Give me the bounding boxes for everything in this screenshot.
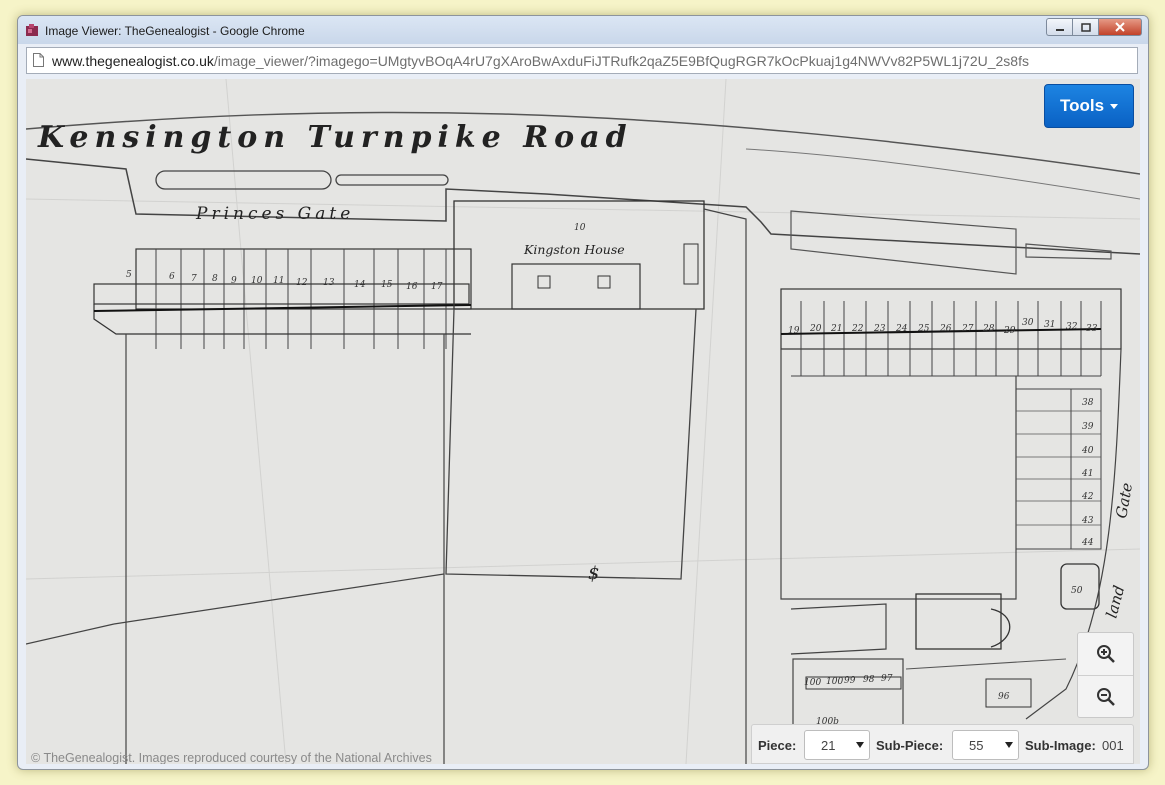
zoom-in-icon xyxy=(1096,645,1115,663)
plot-30: 30 xyxy=(1022,318,1034,328)
plot-20: 20 xyxy=(809,324,822,334)
plot-32: 32 xyxy=(1066,322,1078,332)
plot-100-second: 100 xyxy=(826,677,843,687)
url-text[interactable]: www.thegenealogist.co.uk/image_viewer/?i… xyxy=(52,53,1029,69)
zoom-controls xyxy=(1077,632,1134,718)
piece-selector-bar: Piece: 21 Sub-Piece: 55 Sub-Image: 001 xyxy=(751,724,1134,764)
plot-10: 10 xyxy=(251,276,263,286)
plot-23: 23 xyxy=(873,324,886,334)
minimize-button[interactable] xyxy=(1046,18,1072,36)
plot-21: 21 xyxy=(830,324,842,334)
window-title: Image Viewer: TheGenealogist - Google Ch… xyxy=(45,24,305,38)
plot-19: 19 xyxy=(788,326,800,336)
plot-11: 11 xyxy=(273,276,284,286)
map-gate-label: Princes Gate xyxy=(195,204,354,224)
plot-33: 33 xyxy=(1086,324,1098,334)
subimage-value: 001 xyxy=(1102,738,1124,753)
copyright-notice: © TheGenealogist. Images reproduced cour… xyxy=(31,751,432,764)
map-house-label: Kingston House xyxy=(523,242,625,257)
plot-6: 6 xyxy=(169,272,175,282)
subpiece-label: Sub-Piece: xyxy=(876,738,944,753)
maximize-button[interactable] xyxy=(1072,18,1098,36)
url-domain: www.thegenealogist.co.uk xyxy=(52,53,214,69)
plot-24: 24 xyxy=(895,324,908,334)
map-road-label: Kensington Turnpike Road xyxy=(37,120,633,155)
address-bar[interactable]: www.thegenealogist.co.uk/image_viewer/?i… xyxy=(26,47,1138,74)
page-icon xyxy=(33,53,44,67)
zoom-out-icon xyxy=(1096,688,1115,706)
title-bar[interactable]: Image Viewer: TheGenealogist - Google Ch… xyxy=(18,16,1148,44)
plot-39: 39 xyxy=(1082,422,1094,432)
plot-16: 16 xyxy=(406,282,418,292)
select-arrow-icon xyxy=(856,742,864,748)
close-icon xyxy=(1115,22,1125,32)
plot-98: 98 xyxy=(863,675,875,685)
plot-44: 44 xyxy=(1081,538,1094,548)
plot-97: 97 xyxy=(881,674,893,684)
plot-29: 29 xyxy=(1003,326,1016,336)
url-path: /image_viewer/?imagego=UMgtyvBOqA4rU7gXA… xyxy=(213,53,1029,69)
plot-15: 15 xyxy=(381,280,393,290)
piece-value: 21 xyxy=(821,738,836,753)
plot-41: 41 xyxy=(1081,469,1093,479)
plot-31: 31 xyxy=(1044,320,1055,330)
maximize-icon xyxy=(1080,22,1091,32)
browser-window: Image Viewer: TheGenealogist - Google Ch… xyxy=(17,15,1149,770)
tools-label: Tools xyxy=(1059,96,1105,115)
select-arrow-icon xyxy=(1005,742,1013,748)
zoom-in-button[interactable] xyxy=(1078,633,1133,676)
plot-50: 50 xyxy=(1071,586,1083,596)
plot-9: 9 xyxy=(231,276,237,286)
plot-43: 43 xyxy=(1081,516,1094,526)
plot-5: 5 xyxy=(126,270,132,280)
subimage-label: Sub-Image: xyxy=(1025,738,1096,753)
piece-select[interactable]: 21 xyxy=(804,730,870,760)
window-controls xyxy=(1046,18,1142,36)
piece-label: Piece: xyxy=(758,738,797,753)
map-house-number: 10 xyxy=(574,223,586,233)
plot-40: 40 xyxy=(1081,446,1094,456)
plot-42: 42 xyxy=(1081,492,1094,502)
plot-12: 12 xyxy=(296,278,308,288)
plot-25: 25 xyxy=(917,324,930,334)
minimize-icon xyxy=(1055,29,1064,31)
plot-17: 17 xyxy=(431,282,443,292)
plot-7: 7 xyxy=(191,274,197,284)
subpiece-value: 55 xyxy=(969,738,984,753)
plot-28: 28 xyxy=(982,324,995,334)
tools-dropdown-button[interactable]: Tools xyxy=(1044,84,1134,128)
plot-38: 38 xyxy=(1082,398,1094,408)
image-viewport[interactable]: Kensington Turnpike Road Princes Gate Ki… xyxy=(26,79,1140,764)
plot-96: 96 xyxy=(998,692,1010,702)
caret-down-icon xyxy=(1110,103,1119,109)
close-button[interactable] xyxy=(1098,18,1142,36)
plot-26: 26 xyxy=(939,324,952,334)
zoom-out-button[interactable] xyxy=(1078,676,1133,718)
puzzle-app-icon xyxy=(26,24,38,36)
plot-99: 99 xyxy=(844,676,856,686)
historical-map-image[interactable]: Kensington Turnpike Road Princes Gate Ki… xyxy=(26,79,1140,764)
plot-13: 13 xyxy=(323,278,335,288)
plot-22: 22 xyxy=(851,324,864,334)
plot-14: 14 xyxy=(354,280,366,290)
subpiece-select[interactable]: 55 xyxy=(952,730,1019,760)
plot-100: 100 xyxy=(804,678,821,688)
plot-27: 27 xyxy=(961,324,974,334)
plot-8: 8 xyxy=(212,274,218,284)
map-dollar-mark: $ xyxy=(588,563,599,584)
